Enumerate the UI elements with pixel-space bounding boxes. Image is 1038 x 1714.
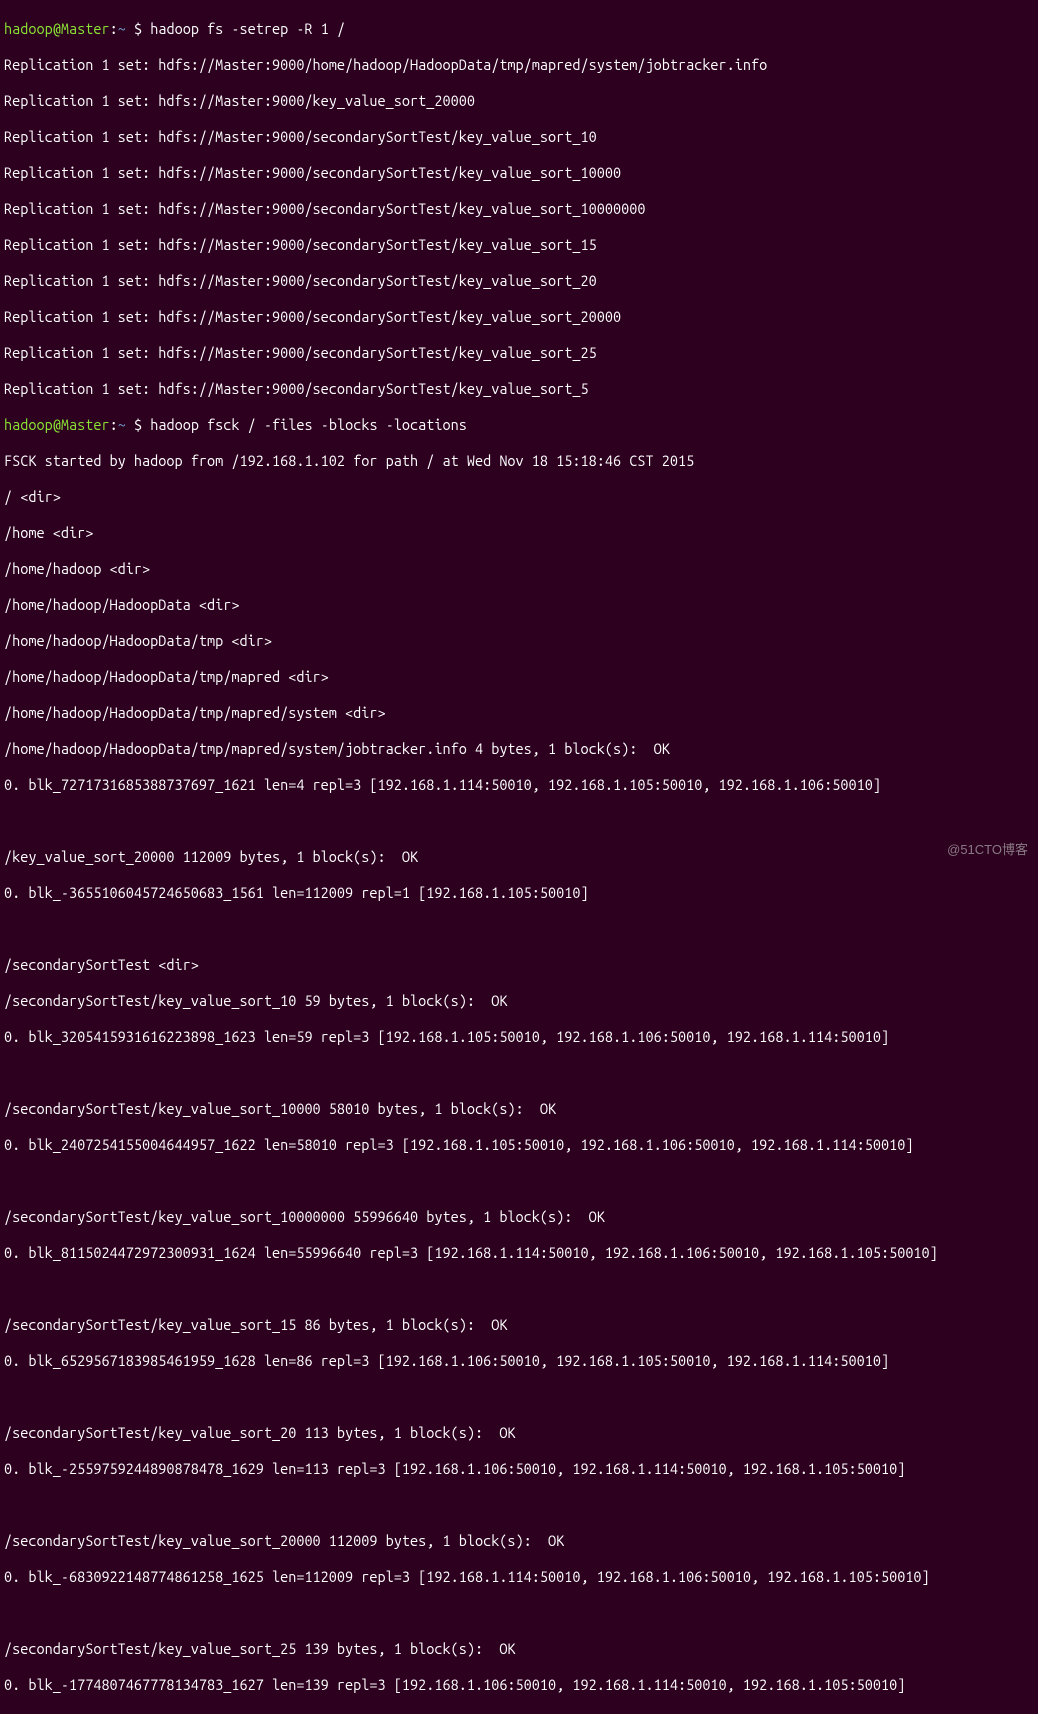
command-1: hadoop fs -setrep -R 1 / bbox=[150, 20, 345, 37]
blank-line bbox=[4, 1388, 1034, 1406]
file-header: /home/hadoop/HadoopData/tmp/mapred/syste… bbox=[4, 740, 1034, 758]
block-info: 0. blk_-1774807467778134783_1627 len=139… bbox=[4, 1676, 1034, 1694]
terminal-output[interactable]: hadoop@Master:~ $ hadoop fs -setrep -R 1… bbox=[0, 0, 1038, 1714]
fsck-start: FSCK started by hadoop from /192.168.1.1… bbox=[4, 452, 1034, 470]
block-info: 0. blk_6529567183985461959_1628 len=86 r… bbox=[4, 1352, 1034, 1370]
dir-line: /home/hadoop/HadoopData/tmp/mapred/syste… bbox=[4, 704, 1034, 722]
output-line: Replication 1 set: hdfs://Master:9000/se… bbox=[4, 164, 1034, 182]
file-header: /secondarySortTest/key_value_sort_10 59 … bbox=[4, 992, 1034, 1010]
prompt-line-1[interactable]: hadoop@Master:~ $ hadoop fs -setrep -R 1… bbox=[4, 20, 1034, 38]
output-line: Replication 1 set: hdfs://Master:9000/se… bbox=[4, 200, 1034, 218]
dir-line: /home/hadoop/HadoopData <dir> bbox=[4, 596, 1034, 614]
output-line: Replication 1 set: hdfs://Master:9000/se… bbox=[4, 128, 1034, 146]
output-line: Replication 1 set: hdfs://Master:9000/ke… bbox=[4, 92, 1034, 110]
block-info: 0. blk_-3655106045724650683_1561 len=112… bbox=[4, 884, 1034, 902]
blank-line bbox=[4, 1064, 1034, 1082]
blank-line bbox=[4, 1280, 1034, 1298]
file-header: /secondarySortTest/key_value_sort_25 139… bbox=[4, 1640, 1034, 1658]
prompt-user: hadoop bbox=[4, 20, 53, 37]
output-line: Replication 1 set: hdfs://Master:9000/se… bbox=[4, 308, 1034, 326]
output-line: Replication 1 set: hdfs://Master:9000/se… bbox=[4, 380, 1034, 398]
file-header: /secondarySortTest/key_value_sort_15 86 … bbox=[4, 1316, 1034, 1334]
prompt-path: ~ bbox=[118, 20, 126, 37]
block-info: 0. blk_-2559759244890878478_1629 len=113… bbox=[4, 1460, 1034, 1478]
blank-line bbox=[4, 920, 1034, 938]
block-info: 0. blk_8115024472972300931_1624 len=5599… bbox=[4, 1244, 1034, 1262]
command-2: hadoop fsck / -files -blocks -locations bbox=[150, 416, 467, 433]
output-line: Replication 1 set: hdfs://Master:9000/ho… bbox=[4, 56, 1034, 74]
blank-line bbox=[4, 1496, 1034, 1514]
output-line: Replication 1 set: hdfs://Master:9000/se… bbox=[4, 236, 1034, 254]
dir-line: /home <dir> bbox=[4, 524, 1034, 542]
file-header: /secondarySortTest/key_value_sort_100000… bbox=[4, 1208, 1034, 1226]
watermark: @51CTO博客 bbox=[947, 841, 1028, 859]
dir-line: /home/hadoop <dir> bbox=[4, 560, 1034, 578]
dir-line: / <dir> bbox=[4, 488, 1034, 506]
blank-line bbox=[4, 812, 1034, 830]
block-info: 0. blk_-6830922148774861258_1625 len=112… bbox=[4, 1568, 1034, 1586]
prompt-symbol: $ bbox=[126, 20, 150, 37]
blank-line bbox=[4, 1172, 1034, 1190]
prompt-line-2[interactable]: hadoop@Master:~ $ hadoop fsck / -files -… bbox=[4, 416, 1034, 434]
file-header: /key_value_sort_20000 112009 bytes, 1 bl… bbox=[4, 848, 1034, 866]
block-info: 0. blk_2407254155004644957_1622 len=5801… bbox=[4, 1136, 1034, 1154]
block-info: 0. blk_7271731685388737697_1621 len=4 re… bbox=[4, 776, 1034, 794]
dir-line: /home/hadoop/HadoopData/tmp/mapred <dir> bbox=[4, 668, 1034, 686]
block-info: 0. blk_3205415931616223898_1623 len=59 r… bbox=[4, 1028, 1034, 1046]
file-header: /secondarySortTest/key_value_sort_20000 … bbox=[4, 1532, 1034, 1550]
output-line: Replication 1 set: hdfs://Master:9000/se… bbox=[4, 272, 1034, 290]
dir-line: /secondarySortTest <dir> bbox=[4, 956, 1034, 974]
blank-line bbox=[4, 1604, 1034, 1622]
output-line: Replication 1 set: hdfs://Master:9000/se… bbox=[4, 344, 1034, 362]
file-header: /secondarySortTest/key_value_sort_10000 … bbox=[4, 1100, 1034, 1118]
file-header: /secondarySortTest/key_value_sort_20 113… bbox=[4, 1424, 1034, 1442]
dir-line: /home/hadoop/HadoopData/tmp <dir> bbox=[4, 632, 1034, 650]
prompt-host: Master bbox=[61, 20, 110, 37]
